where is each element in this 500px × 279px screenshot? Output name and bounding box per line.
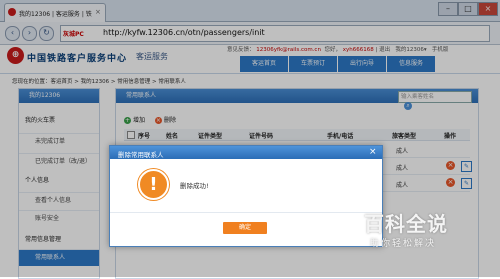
delete-contact-dialog: 删除常用联系人 × ! 删除成功! 确定 [109,145,383,247]
dialog-title: 删除常用联系人 [118,151,164,159]
warning-icon: ! [138,169,169,200]
ok-button[interactable]: 确定 [223,222,267,234]
dialog-header: 删除常用联系人 × [110,146,382,159]
dialog-message: 删除成功! [180,182,209,190]
dialog-close-icon[interactable]: × [369,147,377,157]
dialog-divider [110,212,382,213]
watermark-subtitle: 助你轻松解决 [370,239,437,249]
watermark-title: 百科全说 [364,212,448,236]
